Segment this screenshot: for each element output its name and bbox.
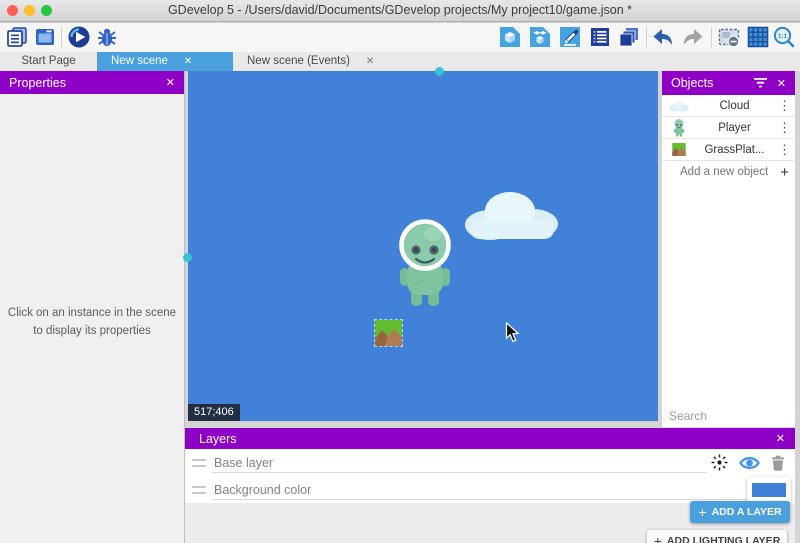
drag-handle-icon[interactable]	[192, 459, 206, 467]
layer-name-field[interactable]: Base layer	[214, 456, 273, 470]
project-manager-icon[interactable]	[5, 25, 29, 49]
close-tab-icon[interactable]: ✕	[364, 52, 384, 71]
objects-search-bar	[662, 404, 795, 427]
properties-panel-title: Properties	[9, 76, 166, 90]
layer-row-background-color: Background color	[185, 476, 795, 503]
toolbar-separator	[61, 27, 62, 47]
cloud-sprite[interactable]	[462, 187, 560, 242]
grass-platform-sprite[interactable]	[375, 320, 402, 346]
object-name: Player	[691, 122, 778, 134]
close-icon[interactable]: ✕	[777, 77, 786, 90]
instances-list-icon[interactable]	[588, 25, 612, 49]
add-lighting-layer-button[interactable]: + ADD LIGHTING LAYER	[647, 530, 787, 543]
toggle-grid-icon[interactable]	[746, 25, 770, 49]
object-row-grassplatform[interactable]: GrassPlat... ⋮	[662, 139, 795, 161]
main-toolbar: 1:1	[0, 23, 800, 52]
undo-icon[interactable]	[651, 25, 675, 49]
redo-icon[interactable]	[681, 25, 705, 49]
tab-label: Start Page	[7, 52, 89, 71]
window-title: GDevelop 5 - /Users/david/Documents/GDev…	[0, 0, 800, 21]
plus-icon: +	[780, 164, 789, 181]
editor-tab-bar: Start Page New scene✕ New scene (Events)…	[0, 52, 800, 71]
panel-resize-handle[interactable]	[183, 253, 192, 262]
field-underline	[212, 499, 747, 500]
layers-panel-title: Layers	[199, 432, 776, 446]
panel-resize-handle[interactable]	[435, 67, 444, 76]
objects-panel: Objects ✕ Cloud ⋮ Player ⋮ GrassPlat... …	[662, 71, 795, 427]
grass-platform-thumbnail	[667, 143, 691, 156]
objects-groups-icon[interactable]	[528, 25, 552, 49]
tab-new-scene[interactable]: New scene✕	[97, 52, 233, 71]
add-lighting-layer-label: ADD LIGHTING LAYER	[667, 535, 780, 543]
close-icon[interactable]: ✕	[776, 432, 785, 445]
fullscreen-window-button[interactable]	[41, 5, 52, 16]
layers-panel: Layers ✕ Base layer Background color + A	[185, 428, 795, 543]
debug-icon[interactable]	[95, 25, 119, 49]
delete-layer-trash-icon[interactable]	[771, 455, 785, 471]
zoom-1-1-icon[interactable]: 1:1	[772, 25, 796, 49]
tab-label: New scene (Events)	[233, 52, 364, 71]
field-underline	[212, 472, 707, 473]
search-input[interactable]	[669, 409, 800, 423]
plus-icon: +	[654, 533, 662, 543]
toolbar-separator	[646, 27, 647, 47]
minimize-window-button[interactable]	[24, 5, 35, 16]
layers-toolbar-icon[interactable]	[617, 25, 641, 49]
layer-row-base: Base layer	[185, 449, 795, 476]
add-layer-label: ADD A LAYER	[712, 506, 782, 518]
add-new-object-button[interactable]: Add a new object +	[662, 161, 795, 183]
close-window-button[interactable]	[7, 5, 18, 16]
title-bar: GDevelop 5 - /Users/david/Documents/GDev…	[0, 0, 800, 22]
tab-label: New scene	[97, 52, 182, 71]
tab-start-page[interactable]: Start Page	[0, 52, 97, 71]
toggle-mask-icon[interactable]	[717, 25, 741, 49]
edit-scene-properties-icon[interactable]	[558, 25, 582, 49]
background-color-picker[interactable]	[747, 477, 791, 502]
svg-text:1:1: 1:1	[778, 33, 788, 40]
object-name: Cloud	[691, 100, 778, 112]
objects-panel-title: Objects	[671, 76, 754, 90]
properties-panel-header: Properties ✕	[0, 71, 184, 94]
layer-name-field[interactable]: Background color	[214, 483, 311, 497]
layers-panel-header: Layers ✕	[185, 428, 795, 449]
object-row-player[interactable]: Player ⋮	[662, 117, 795, 139]
add-new-object-label: Add a new object	[668, 166, 780, 178]
add-object-icon[interactable]	[498, 25, 522, 49]
layer-effects-icon[interactable]	[711, 454, 728, 471]
close-tab-icon[interactable]: ✕	[182, 52, 202, 71]
objects-panel-header: Objects ✕	[662, 71, 795, 95]
plus-icon: +	[698, 504, 706, 520]
object-menu-icon[interactable]: ⋮	[778, 98, 790, 114]
background-color-swatch	[752, 483, 786, 497]
cloud-thumbnail	[667, 100, 691, 112]
selection-ring	[398, 218, 452, 272]
add-layer-button[interactable]: + ADD A LAYER	[690, 501, 790, 523]
properties-panel: Properties ✕ Click on an instance in the…	[0, 71, 185, 543]
object-row-cloud[interactable]: Cloud ⋮	[662, 95, 795, 117]
tab-new-scene-events[interactable]: New scene (Events)✕	[233, 52, 423, 71]
close-icon[interactable]: ✕	[166, 76, 175, 89]
mouse-cursor	[505, 322, 520, 343]
preview-play-icon[interactable]	[67, 25, 91, 49]
cursor-coordinates-badge: 517;406	[188, 404, 240, 421]
filter-icon[interactable]	[754, 78, 767, 88]
start-page-icon[interactable]	[33, 25, 57, 49]
object-menu-icon[interactable]: ⋮	[778, 120, 790, 136]
layer-visibility-eye-icon[interactable]	[739, 455, 760, 471]
scene-canvas[interactable]: 517;406	[188, 71, 658, 421]
object-name: GrassPlat...	[691, 144, 778, 156]
drag-handle-icon[interactable]	[192, 486, 206, 494]
object-menu-icon[interactable]: ⋮	[778, 142, 790, 158]
toolbar-separator	[711, 27, 712, 47]
properties-empty-hint: Click on an instance in the scene to dis…	[5, 305, 179, 341]
player-thumbnail	[667, 119, 691, 137]
